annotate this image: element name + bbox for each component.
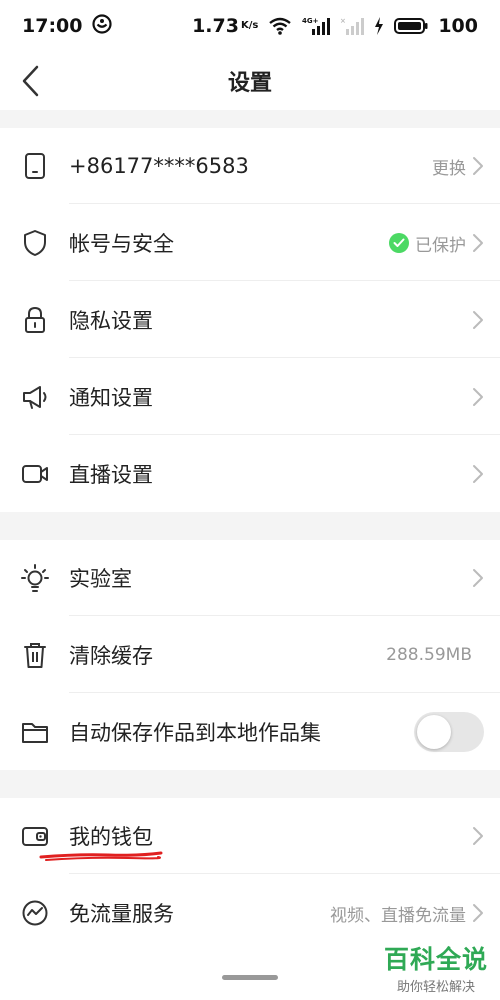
live-settings-label: 直播设置 [69,463,153,487]
account-security-label: 帐号与安全 [69,232,174,256]
settings-row-privacy[interactable]: 隐私设置 [0,282,500,358]
chevron-right-icon [473,569,483,587]
lock-icon [20,305,50,335]
my-wallet-label: 我的钱包 [69,825,153,849]
row-divider [69,873,500,874]
notification-settings-label: 通知设置 [69,386,153,410]
signal-4g-icon: 4G+ [302,16,331,36]
settings-row-live[interactable]: 直播设置 [0,436,500,512]
section-divider [0,110,500,128]
free-data-desc: 视频、直播免流量 [330,905,466,926]
svg-text:×: × [340,17,346,25]
chevron-right-icon [473,234,483,252]
auto-save-toggle[interactable] [414,712,484,752]
row-divider [69,357,500,358]
check-circle-icon [389,233,409,253]
watermark-brand: 百科全说 [383,945,488,974]
change-phone-text: 更换 [432,158,466,179]
chevron-right-icon [473,388,483,406]
nav-bar: 设置 [0,52,500,110]
protected-status: 已保护 [415,235,466,256]
network-speed: 1.73 K/s [192,15,259,37]
phone-icon [20,151,50,181]
phone-number: +86177****6583 [69,154,249,178]
watermark: 百科全说 助你轻松解决 [384,940,488,995]
row-divider [69,692,500,693]
charging-icon [374,17,384,35]
shield-icon [20,228,50,258]
toggle-knob [417,715,451,749]
video-camera-icon [20,459,50,489]
wallet-icon [20,821,50,851]
data-flow-icon [20,898,50,928]
folder-icon [20,717,50,747]
auto-save-label: 自动保存作品到本地作品集 [69,721,321,745]
chevron-left-icon [22,65,39,97]
signal-empty-icon: × [340,16,365,36]
settings-row-phone[interactable]: +86177****6583 更换 [0,128,500,204]
back-button[interactable] [12,60,48,102]
annotation-underline [39,851,163,861]
trash-icon [20,640,50,670]
page-title: 设置 [227,71,272,96]
row-divider [69,615,500,616]
cache-size: 288.59MB [386,645,472,665]
watermark-tagline: 助你轻松解决 [396,980,475,995]
section-divider [0,512,500,540]
status-time: 17:00 [22,15,83,37]
battery-level: 100 [438,15,478,37]
settings-row-lab[interactable]: 实验室 [0,540,500,616]
home-indicator[interactable] [222,975,278,980]
battery-icon [394,17,428,35]
section-divider [0,770,500,798]
chevron-right-icon [473,904,483,922]
row-divider [69,434,500,435]
lightbulb-icon [20,563,50,593]
privacy-settings-label: 隐私设置 [69,309,153,333]
lab-label: 实验室 [69,567,132,591]
settings-row-notifications[interactable]: 通知设置 [0,359,500,435]
megaphone-icon [20,382,50,412]
clear-cache-label: 清除缓存 [69,644,153,668]
settings-row-account-security[interactable]: 帐号与安全 已保护 [0,205,500,281]
svg-text:4G+: 4G+ [302,17,319,25]
app-notification-icon [92,13,113,39]
row-divider [69,280,500,281]
chevron-right-icon [473,827,483,845]
status-bar: 17:00 1.73 K/s 4G+ × 100 [0,0,500,52]
chevron-right-icon [473,157,483,175]
chevron-right-icon [473,465,483,483]
wifi-icon [268,17,292,35]
settings-row-auto-save: 自动保存作品到本地作品集 [0,694,500,770]
free-data-label: 免流量服务 [69,902,174,926]
chevron-right-icon [473,311,483,329]
settings-row-clear-cache[interactable]: 清除缓存 288.59MB [0,617,500,693]
row-divider [69,203,500,204]
